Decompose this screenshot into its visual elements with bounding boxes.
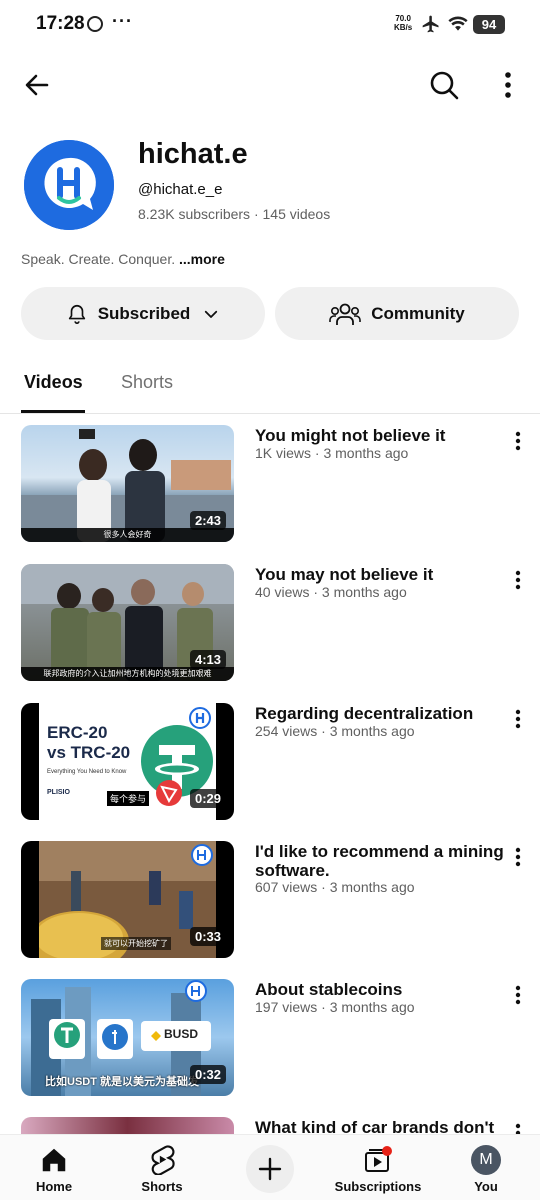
- video-thumbnail[interactable]: 就可以开始挖矿了 0:33: [21, 841, 234, 958]
- bell-icon: [68, 304, 85, 324]
- video-meta: 197 views · 3 months ago: [255, 999, 415, 1015]
- thumbnail-caption: 很多人会好奇: [21, 528, 234, 542]
- more-vert-icon[interactable]: [496, 68, 520, 102]
- thumbnail-brand: BUSD: [164, 1027, 199, 1041]
- network-speed-value: 70.0: [395, 14, 411, 23]
- tab-shorts[interactable]: Shorts: [121, 372, 173, 393]
- plus-icon: [258, 1157, 282, 1181]
- channel-stats: 8.23K subscribers · 145 videos: [138, 206, 331, 222]
- thumbnail-line-2: vs TRC-20: [47, 743, 131, 762]
- network-speed: 70.0 KB/s: [394, 14, 412, 32]
- more-vert-icon[interactable]: [510, 429, 526, 453]
- nav-shorts-label: Shorts: [141, 1179, 183, 1194]
- nav-you-label: You: [474, 1179, 498, 1194]
- video-item[interactable]: BUSD 比如USDT 就是以美元为基础发 0:32 About stablec…: [0, 979, 540, 1099]
- nav-subscriptions[interactable]: Subscriptions: [333, 1135, 423, 1200]
- network-speed-unit: KB/s: [394, 23, 413, 32]
- video-title[interactable]: Regarding decentralization: [255, 704, 505, 723]
- more-vert-icon[interactable]: [510, 1121, 526, 1134]
- app-bar: [0, 60, 540, 110]
- video-duration: 4:13: [189, 650, 226, 669]
- thumbnail-caption: 联邦政府的介入让加州地方机构的处境更加艰难: [21, 667, 234, 681]
- video-duration: 2:43: [189, 511, 226, 530]
- more-vert-icon[interactable]: [510, 983, 526, 1007]
- video-thumbnail[interactable]: BUSD 比如USDT 就是以美元为基础发 0:32: [21, 979, 234, 1096]
- channel-description-text: Speak. Create. Conquer.: [21, 251, 176, 267]
- home-icon: [42, 1148, 66, 1172]
- thumbnail-subtitle: Everything You Need to Know: [47, 769, 127, 775]
- channel-avatar[interactable]: [24, 140, 114, 230]
- chevron-down-icon: [205, 310, 218, 318]
- video-title[interactable]: You might not believe it: [255, 426, 505, 445]
- video-meta: 1K views · 3 months ago: [255, 445, 409, 461]
- video-meta: 254 views · 3 months ago: [255, 723, 415, 739]
- wifi-icon: [448, 16, 468, 31]
- thumbnail-line-1: ERC-20: [47, 723, 108, 742]
- channel-handle: @hichat.e_e: [138, 181, 223, 198]
- channel-name: hichat.e: [138, 138, 248, 170]
- video-title[interactable]: About stablecoins: [255, 980, 505, 999]
- video-title[interactable]: I'd like to recommend a mining software.: [255, 842, 505, 880]
- video-item[interactable]: ERC-20 vs TRC-20 Everything You Need to …: [0, 703, 540, 823]
- more-notifications-icon: ···: [112, 11, 133, 31]
- video-duration: 0:32: [189, 1065, 226, 1084]
- channel-description[interactable]: Speak. Create. Conquer. ...more: [21, 251, 225, 267]
- community-icon: [329, 303, 362, 325]
- bottom-navigation: Home Shorts Subscriptions M You: [0, 1134, 540, 1200]
- battery-indicator: 94: [473, 15, 505, 34]
- video-item[interactable]: 联邦政府的介入让加州地方机构的处境更加艰难 4:13 You may not b…: [0, 564, 540, 684]
- subscriptions-icon: [365, 1146, 392, 1172]
- video-duration: 0:33: [189, 927, 226, 946]
- nav-subscriptions-label: Subscriptions: [334, 1179, 422, 1194]
- back-arrow-icon[interactable]: [20, 68, 54, 102]
- create-button[interactable]: [246, 1145, 294, 1193]
- community-label: Community: [371, 303, 465, 323]
- status-bar: 17:28 ··· 70.0 KB/s 94: [0, 0, 540, 50]
- thumbnail-caption: 每个参与: [107, 791, 150, 806]
- hichat-watermark-icon: [189, 707, 211, 729]
- more-vert-icon[interactable]: [510, 568, 526, 592]
- search-icon[interactable]: [427, 68, 461, 102]
- more-vert-icon[interactable]: [510, 707, 526, 731]
- nav-home-label: Home: [35, 1179, 73, 1194]
- thumbnail-text: ERC-20 vs TRC-20: [47, 723, 130, 763]
- video-meta: 607 views · 3 months ago: [255, 879, 415, 895]
- subscribed-label: Subscribed: [97, 303, 191, 323]
- nav-home[interactable]: Home: [9, 1135, 99, 1200]
- video-item[interactable]: 很多人会好奇 2:43 You might not believe it 1K …: [0, 425, 540, 545]
- thumbnail-brand: PLISIO: [47, 789, 70, 796]
- more-vert-icon[interactable]: [510, 845, 526, 869]
- thumbnail-caption: 就可以开始挖矿了: [101, 937, 171, 950]
- video-title[interactable]: You may not believe it: [255, 565, 505, 584]
- more-link[interactable]: ...more: [179, 251, 225, 267]
- video-thumbnail[interactable]: [21, 1117, 234, 1134]
- airplane-icon: [422, 15, 439, 33]
- subscribed-button[interactable]: Subscribed: [21, 287, 265, 340]
- community-button[interactable]: Community: [275, 287, 519, 340]
- video-duration: 0:29: [189, 789, 226, 808]
- video-title[interactable]: What kind of car brands don't: [255, 1118, 505, 1134]
- tab-videos[interactable]: Videos: [24, 372, 83, 393]
- chat-bubble-icon: [87, 16, 103, 32]
- video-item[interactable]: 就可以开始挖矿了 0:33 I'd like to recommend a mi…: [0, 841, 540, 961]
- user-avatar: M: [471, 1145, 501, 1175]
- shorts-icon: [151, 1145, 175, 1175]
- tron-logo-icon: [156, 780, 182, 806]
- video-item[interactable]: What kind of car brands don't: [0, 1117, 540, 1134]
- nav-you[interactable]: M You: [441, 1135, 531, 1200]
- hichat-logo-icon: [24, 140, 114, 230]
- video-thumbnail[interactable]: ERC-20 vs TRC-20 Everything You Need to …: [21, 703, 234, 820]
- tab-indicator: [21, 410, 85, 413]
- video-meta: 40 views · 3 months ago: [255, 584, 407, 600]
- thumbnail-caption: 比如USDT 就是以美元为基础发: [45, 1076, 199, 1088]
- nav-shorts[interactable]: Shorts: [117, 1135, 207, 1200]
- channel-tabs: Videos Shorts: [0, 364, 540, 414]
- video-thumbnail[interactable]: 联邦政府的介入让加州地方机构的处境更加艰难 4:13: [21, 564, 234, 681]
- status-time: 17:28: [36, 13, 85, 34]
- video-thumbnail[interactable]: 很多人会好奇 2:43: [21, 425, 234, 542]
